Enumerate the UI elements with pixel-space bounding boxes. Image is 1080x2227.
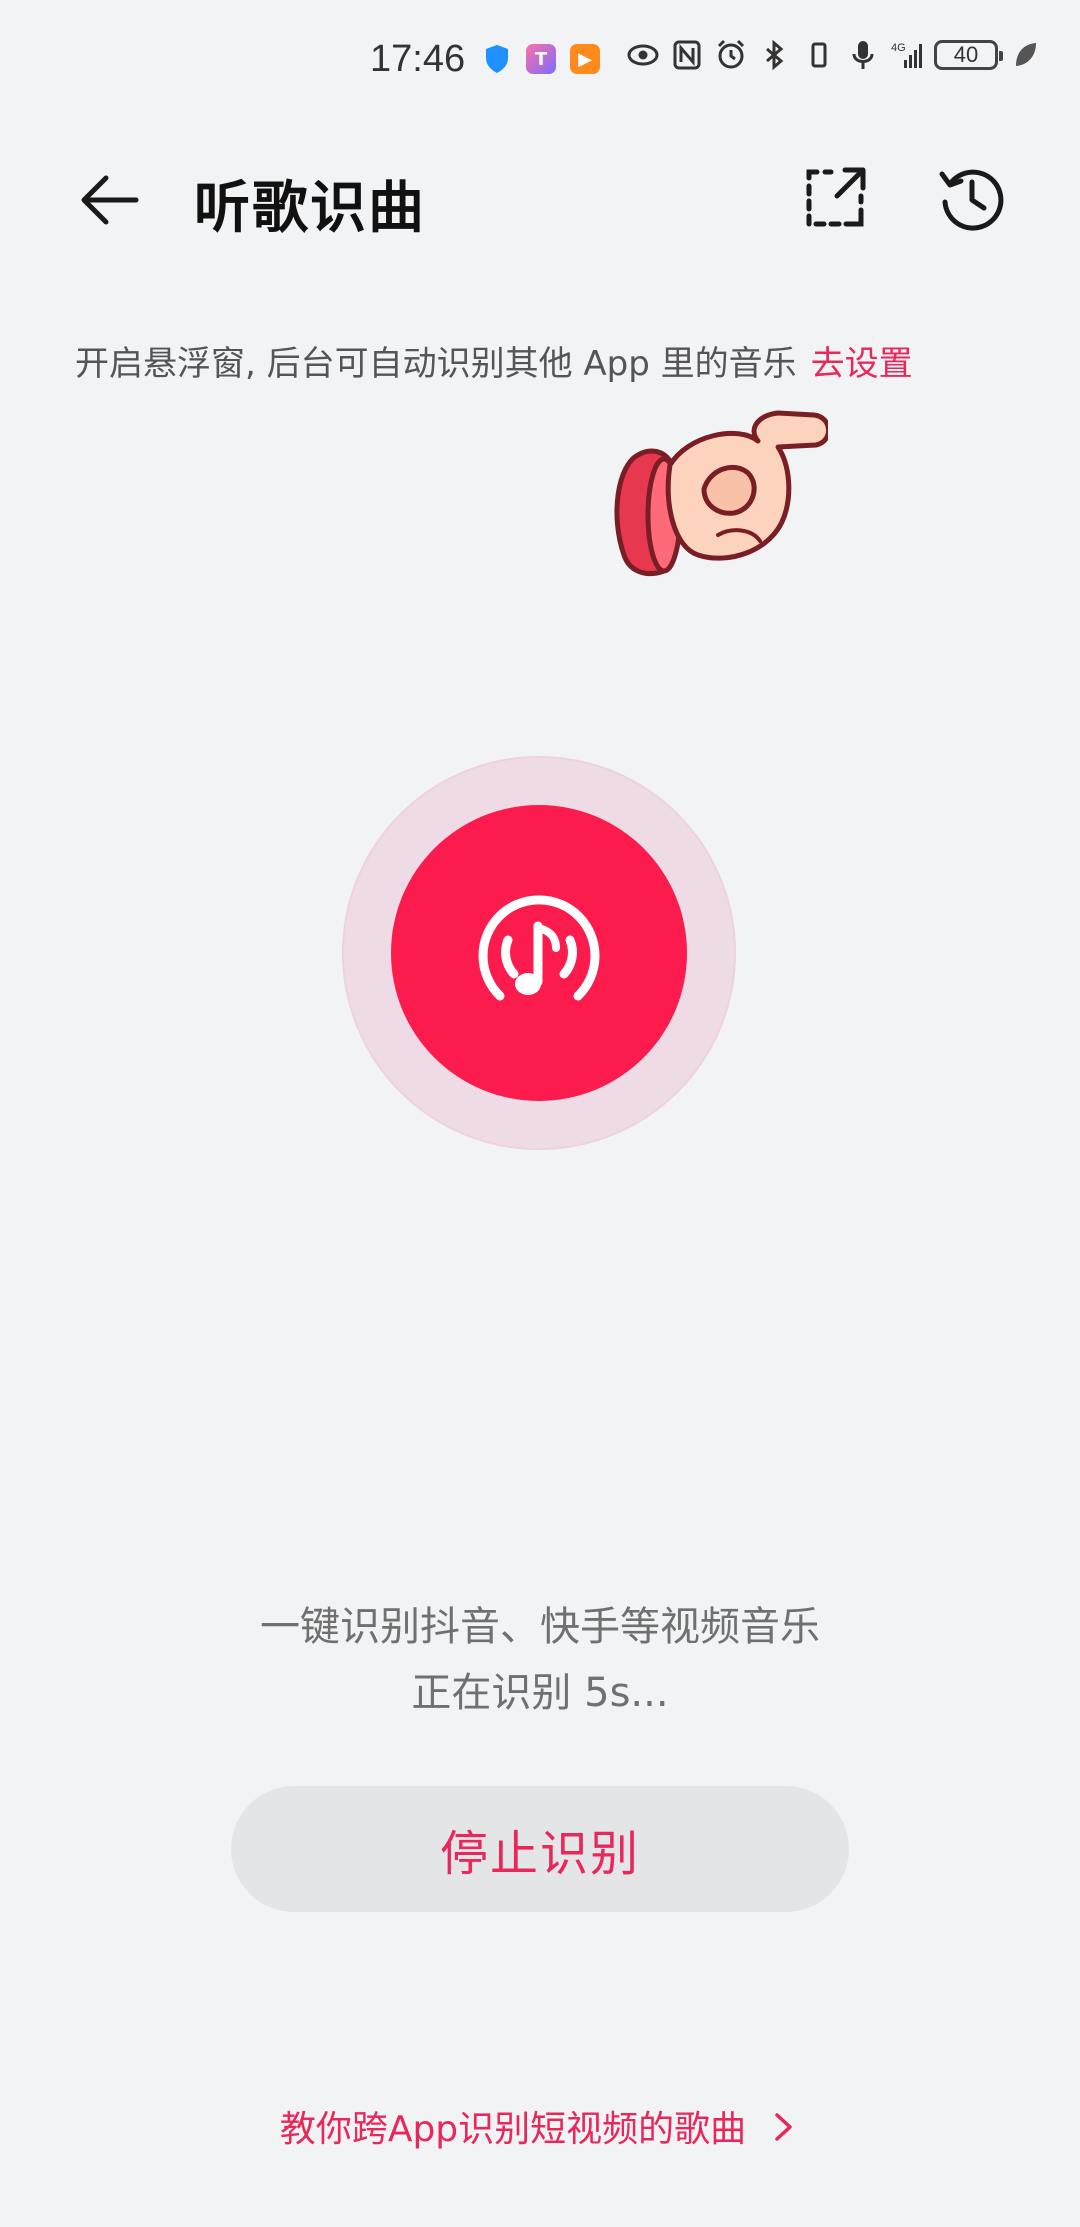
history-button[interactable] [934, 160, 1010, 236]
recognition-description: 一键识别抖音、快手等视频音乐 [260, 1604, 820, 1650]
nfc-icon [670, 38, 704, 72]
music-wave-icon [478, 895, 600, 1001]
eye-icon [626, 38, 660, 72]
alarm-icon [714, 38, 748, 72]
system-status-icons: 4G 40 [626, 38, 1042, 72]
signal-4g-icon: 4G [890, 38, 924, 72]
status-bar: 17:46 T ▶ 4G 40 [0, 0, 1080, 120]
leaf-icon [1008, 38, 1042, 72]
status-time: 17:46 [370, 38, 466, 80]
go-settings-link[interactable]: 去设置 [811, 344, 913, 384]
pointing-hand-icon [614, 410, 828, 577]
recognition-progress: 正在识别 5s... [411, 1670, 669, 1716]
float-window-button[interactable] [797, 160, 873, 236]
stop-recognition-button[interactable]: 停止识别 [231, 1786, 849, 1912]
pink-app-icon: T [526, 44, 556, 74]
float-window-icon [806, 167, 866, 227]
battery-indicator: 40 [934, 40, 1003, 70]
hint-text: 开启悬浮窗, 后台可自动识别其他 App 里的音乐 [75, 344, 797, 384]
video-app-icon: ▶ [570, 44, 600, 74]
back-button[interactable] [70, 160, 150, 240]
svg-text:4G: 4G [891, 42, 906, 54]
bluetooth-icon [758, 38, 792, 72]
notification-icons: T ▶ [482, 44, 600, 74]
shield-app-icon [482, 44, 512, 74]
tutorial-link-label: 教你跨App识别短视频的歌曲 [279, 2109, 747, 2150]
tutorial-link[interactable]: 教你跨App识别短视频的歌曲 [0, 2100, 1080, 2153]
arrow-left-icon [81, 175, 139, 225]
chevron-right-icon [766, 2110, 800, 2153]
page-title: 听歌识曲 [194, 176, 426, 241]
vibrate-icon [802, 38, 836, 72]
microphone-icon [846, 38, 880, 72]
history-icon [939, 169, 1004, 231]
record-button[interactable] [391, 805, 687, 1101]
float-window-hint: 开启悬浮窗, 后台可自动识别其他 App 里的音乐 去设置 [75, 336, 913, 385]
